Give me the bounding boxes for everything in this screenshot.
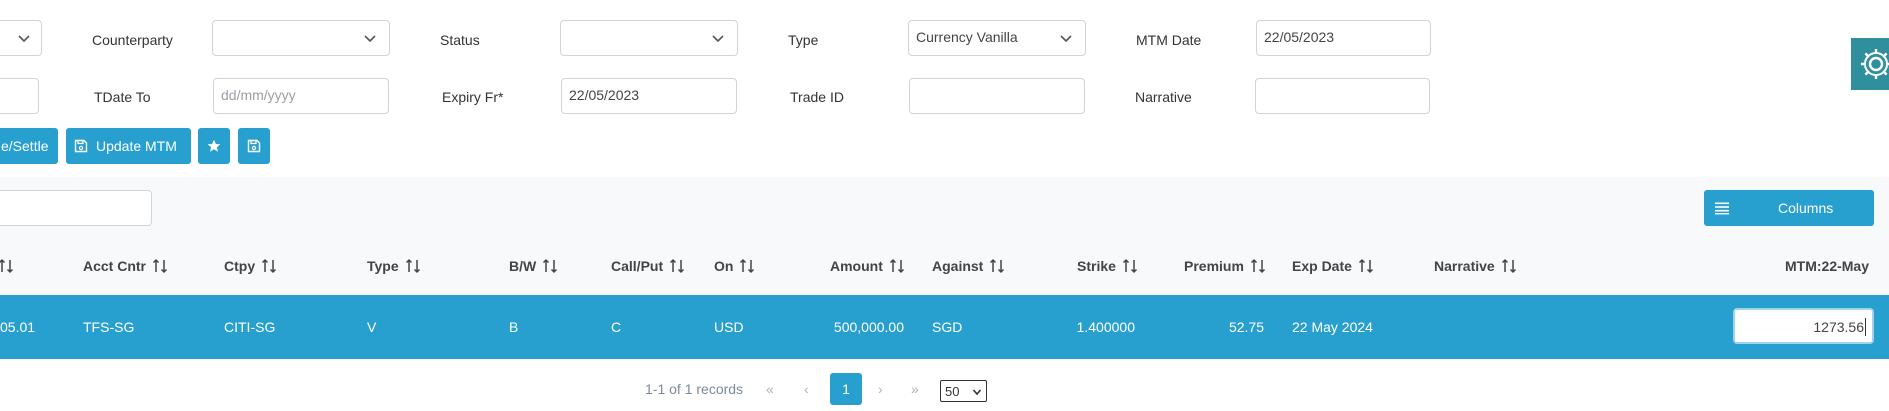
column-header-ctpy[interactable]: Ctpy bbox=[224, 258, 277, 274]
save-icon bbox=[74, 139, 88, 153]
last-page-icon[interactable]: » bbox=[911, 381, 919, 397]
type-label: Type bbox=[788, 32, 819, 48]
tdate-to-label: TDate To bbox=[94, 89, 151, 105]
records-count: 1-1 of 1 records bbox=[645, 381, 744, 397]
cell-against: SGD bbox=[932, 319, 963, 335]
expiry-fr-value: 22/05/2023 bbox=[569, 87, 640, 103]
cell-exp-date: 22 May 2024 bbox=[1292, 319, 1373, 335]
settle-button[interactable]: e/Settle bbox=[0, 128, 58, 164]
column-header-acct-cntr[interactable]: Acct Cntr bbox=[83, 258, 168, 274]
sort-icon bbox=[1358, 258, 1373, 274]
columns-button[interactable]: Columns bbox=[1704, 190, 1874, 226]
mtm-value: 1273.56 bbox=[1813, 319, 1864, 335]
column-header-call-put[interactable]: Call/Put bbox=[611, 258, 685, 274]
expiry-fr-input[interactable]: 22/05/2023 bbox=[561, 78, 737, 114]
sort-icon bbox=[740, 258, 755, 274]
mtm-date-label: MTM Date bbox=[1136, 32, 1202, 48]
column-header-exp-date[interactable]: Exp Date bbox=[1292, 258, 1374, 274]
list-icon bbox=[1715, 202, 1729, 215]
column-header-type[interactable]: Type bbox=[367, 258, 421, 274]
cell-amount: 500,000.00 bbox=[833, 319, 904, 335]
expiry-fr-label: Expiry Fr* bbox=[442, 89, 504, 105]
gear-icon bbox=[1861, 49, 1889, 79]
column-header-amount[interactable]: Amount bbox=[830, 258, 905, 274]
mtm-date-value: 22/05/2023 bbox=[1264, 29, 1335, 45]
sort-icon bbox=[670, 258, 685, 274]
column-header-on[interactable]: On bbox=[714, 258, 755, 274]
chevron-down-icon bbox=[1060, 35, 1072, 43]
text-cursor bbox=[1865, 318, 1866, 336]
page-1-button[interactable]: 1 bbox=[830, 373, 862, 405]
save-layout-button[interactable] bbox=[238, 128, 270, 164]
counterparty-label: Counterparty bbox=[92, 32, 173, 48]
column-header-id[interactable] bbox=[0, 258, 14, 274]
sort-icon bbox=[262, 258, 277, 274]
type-value: Currency Vanilla bbox=[916, 29, 1018, 45]
narrative-input[interactable] bbox=[1255, 78, 1430, 114]
mtm-input[interactable]: 1273.56 bbox=[1733, 308, 1874, 344]
left-dropdown[interactable] bbox=[0, 20, 42, 56]
column-header-strike[interactable]: Strike bbox=[1077, 258, 1138, 274]
cell-call-put: C bbox=[611, 319, 622, 335]
column-header-mtm[interactable]: MTM:22-May bbox=[1785, 258, 1869, 274]
cell-strike: 1.400000 bbox=[1076, 319, 1135, 335]
narrative-label: Narrative bbox=[1135, 89, 1192, 105]
update-mtm-button[interactable]: Update MTM bbox=[66, 128, 191, 164]
sort-icon bbox=[889, 258, 904, 274]
settings-tab[interactable] bbox=[1851, 38, 1889, 90]
tdate-to-placeholder: dd/mm/yyyy bbox=[221, 87, 296, 103]
sort-icon bbox=[405, 258, 420, 274]
chevron-down-icon bbox=[18, 35, 30, 43]
chevron-down-icon bbox=[712, 35, 724, 43]
cell-type: V bbox=[367, 319, 377, 335]
global-search-input[interactable] bbox=[0, 190, 152, 226]
first-page-icon[interactable]: « bbox=[766, 381, 774, 397]
star-icon bbox=[207, 139, 221, 152]
left-input[interactable] bbox=[0, 78, 39, 114]
cell-premium: 52.75 bbox=[1228, 319, 1264, 335]
status-dropdown[interactable] bbox=[560, 20, 738, 56]
sort-icon bbox=[0, 258, 14, 274]
column-header-narrative[interactable]: Narrative bbox=[1434, 258, 1517, 274]
status-label: Status bbox=[440, 32, 480, 48]
column-header-against[interactable]: Against bbox=[932, 258, 1005, 274]
save-icon bbox=[247, 139, 261, 153]
sort-icon bbox=[1122, 258, 1137, 274]
counterparty-dropdown[interactable] bbox=[212, 20, 390, 56]
next-page-icon[interactable]: › bbox=[878, 381, 883, 397]
sort-icon bbox=[152, 258, 168, 274]
table-header-band bbox=[0, 177, 1889, 295]
type-dropdown[interactable]: Currency Vanilla bbox=[908, 20, 1086, 56]
columns-button-label: Columns bbox=[1778, 200, 1834, 216]
prev-page-icon[interactable]: ‹ bbox=[804, 381, 809, 397]
chevron-down-icon bbox=[364, 35, 376, 43]
settle-button-label: e/Settle bbox=[1, 138, 49, 154]
sort-icon bbox=[990, 258, 1005, 274]
cell-bw: B bbox=[509, 319, 519, 335]
column-header-premium[interactable]: Premium bbox=[1184, 258, 1266, 274]
trade-id-label: Trade ID bbox=[790, 89, 844, 105]
cell-on: USD bbox=[714, 319, 744, 335]
update-mtm-label: Update MTM bbox=[96, 138, 177, 154]
cell-id: 05.01 bbox=[0, 319, 36, 335]
cell-ctpy: CITI-SG bbox=[224, 319, 276, 335]
sort-icon bbox=[1501, 258, 1516, 274]
tdate-to-input[interactable]: dd/mm/yyyy bbox=[213, 78, 389, 114]
sort-icon bbox=[1250, 258, 1265, 274]
cell-acct-cntr: TFS-SG bbox=[83, 319, 135, 335]
favorite-button[interactable] bbox=[198, 128, 230, 164]
chevron-down-icon bbox=[972, 389, 982, 396]
mtm-date-input[interactable]: 22/05/2023 bbox=[1256, 20, 1431, 56]
column-header-bw[interactable]: B/W bbox=[509, 258, 558, 274]
page-size-select[interactable]: 50 bbox=[940, 380, 987, 402]
trade-id-input[interactable] bbox=[909, 78, 1085, 114]
sort-icon bbox=[543, 258, 558, 274]
